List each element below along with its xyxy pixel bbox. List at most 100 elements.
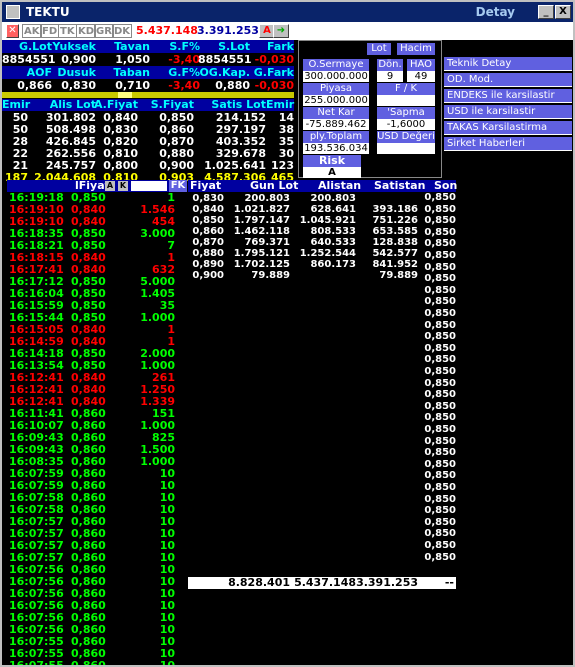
title-bar[interactable]: TEKTU Detay _ X <box>2 2 573 22</box>
trade-qty: 7 <box>167 239 175 252</box>
depth-table: Emir Alis Lot A.Fiyat S.Fiyat Satis Lot Emir … <box>2 99 294 184</box>
quote-labels2-5: G.Fark <box>253 66 294 79</box>
arrow-icon[interactable]: ➜ <box>273 24 289 38</box>
price-cell: 0,900 <box>192 270 224 281</box>
price-row[interactable]: 0,900 79.889 79.889 <box>188 270 456 282</box>
quote-values2: 0,866 0,830 0,710 -3,40 0,880 -0,030 <box>2 79 294 92</box>
son-value: 0,850 <box>424 273 456 285</box>
trade-row[interactable]: 16:07:55 0,860 10 <box>7 659 187 667</box>
close-button[interactable]: X <box>555 5 571 19</box>
quote-values1: 8854551 0,900 1,050 -3,40 8854551 -0,030 <box>2 53 294 66</box>
toolbar: ✕ AK FD TK KD GR DK 5.437.148 3.391.253 A ➜ <box>2 22 573 40</box>
quote-labels1-2: Tavan <box>114 40 150 53</box>
price-table: Fiyat Gun Lot Alistan Satistan Son 0,830… <box>188 180 457 590</box>
hao-label: HAO <box>407 59 435 71</box>
close-x-icon[interactable]: ✕ <box>6 24 19 38</box>
piyasa-value: 255.000.000 <box>303 95 369 106</box>
son-value: 0,850 <box>424 540 456 551</box>
quote-labels2: AOF Dusuk Taban G.F% OG.Kap. G.Fark <box>2 66 294 79</box>
tab-tk[interactable]: TK <box>58 24 77 38</box>
tab-ak[interactable]: AK <box>22 24 42 38</box>
price-value: 5.437.148 <box>136 24 198 37</box>
netkar-label: Net Kar <box>303 107 369 119</box>
son-value: 0,850 <box>424 308 456 319</box>
depth-header-3[interactable]: S.Fiyat <box>138 99 194 111</box>
son-value: 0,850 <box>424 331 456 343</box>
quote-values1-5: -0,030 <box>254 53 294 66</box>
fk-value <box>377 95 435 106</box>
trade-qty: 1 <box>167 323 175 336</box>
son-value: 0,850 <box>424 377 456 389</box>
menu-item-3[interactable]: USD ile karsilastir <box>444 105 572 119</box>
depth-header-4[interactable]: Satis Lot <box>194 99 266 111</box>
window-title: TEKTU <box>26 5 70 19</box>
son-value: 0,850 <box>424 424 456 435</box>
son-value: 0,850 <box>424 319 456 331</box>
quote-labels2-1: Dusuk <box>57 66 96 79</box>
sapma-value: -1,6000 <box>377 119 435 130</box>
quote-values1-2: 1,050 <box>115 53 150 66</box>
quote-values2-5: -0,030 <box>254 79 294 92</box>
piyasa-label: Piyasa Değeri <box>303 83 369 106</box>
hao-value: 49 <box>407 71 435 82</box>
k-sort-button[interactable]: K <box>118 181 128 191</box>
quote-labels1-5: Fark <box>266 40 294 53</box>
quote-values1-1: 0,900 <box>61 53 96 66</box>
main-window: TEKTU Detay _ X ✕ AK FD TK KD GR DK 5.437.148… <box>0 0 575 667</box>
totals-row: 8.828.401 5.437.148 3.391.253 -- <box>188 577 456 589</box>
son-value: 0,850 <box>424 342 456 354</box>
quote-values2-4: 0,880 <box>215 79 250 92</box>
toplam-value: 193.536.034 <box>303 143 369 154</box>
alistan-header[interactable]: Alistan <box>318 180 361 192</box>
detay-title: Detay <box>475 5 515 19</box>
depth-header-5[interactable]: Emir <box>266 99 294 111</box>
quote-labels2-0: AOF <box>26 66 52 79</box>
lot-button[interactable]: Lot <box>367 43 391 55</box>
usd-label: USD Değeri <box>377 131 435 143</box>
son-value: 0,850 <box>424 551 456 563</box>
a-sort-button[interactable]: A <box>105 181 115 191</box>
son-value: 0,850 <box>424 389 456 401</box>
menu-item-2[interactable]: ENDEKS ile karsilastir <box>444 89 572 103</box>
son-value: 0,850 <box>424 458 456 470</box>
son-value: 0,850 <box>424 505 456 517</box>
depth-header-2[interactable]: A.Fiyat <box>88 99 138 111</box>
total-satistan: 3.391.253 <box>356 576 418 589</box>
son-value: 0,850 <box>424 447 456 459</box>
tab-gr[interactable]: GR <box>94 24 114 38</box>
app-icon <box>6 5 20 19</box>
son-value: 0,850 <box>424 366 456 377</box>
son-value: 0,850 <box>424 528 456 540</box>
gunlot-header[interactable]: Gun Lot <box>250 180 298 192</box>
son-value: 0,850 <box>424 470 456 482</box>
usd-value <box>377 143 435 154</box>
minimize-button[interactable]: _ <box>538 5 554 19</box>
son-value: 0,850 <box>424 250 456 261</box>
price-cell: 79.889 <box>379 270 418 281</box>
menu-item-5[interactable]: Sirket Haberleri <box>444 137 572 151</box>
info-panel: Lot Hacim O.Sermaye 300.000.000 Dön. 9 H… <box>298 40 442 179</box>
sapma-label: 'Sapma <box>377 107 435 119</box>
son-header[interactable]: Son <box>434 180 457 192</box>
son-value: 0,850 <box>424 400 456 412</box>
tab-fd[interactable]: FD <box>40 24 60 38</box>
menu-item-1[interactable]: OD. Mod. <box>444 73 572 87</box>
fiyat-header[interactable]: Fiyat <box>190 180 221 192</box>
tab-dk[interactable]: DK <box>112 24 133 38</box>
don-label: Dön. <box>377 59 403 71</box>
menu-item-4[interactable]: TAKAS Karsilastirma <box>444 121 572 135</box>
menu-item-0[interactable]: Teknik Detay <box>444 57 572 71</box>
depth-header-0[interactable]: Emir <box>2 99 30 111</box>
trade-price: 0,860 <box>71 659 106 667</box>
son-value: 0,850 <box>424 412 456 424</box>
satistan-header[interactable]: Satistan <box>374 180 425 192</box>
quote-labels1-1: Yuksek <box>52 40 96 53</box>
depth-header-1[interactable]: Alis Lot <box>32 99 96 111</box>
hacim-button[interactable]: Hacim <box>397 43 435 55</box>
quote-labels1-4: S.Lot <box>218 40 250 53</box>
son-value: 0,850 <box>424 203 456 215</box>
son-value: 0,850 <box>424 354 456 366</box>
quote-values1-3: -3,40 <box>168 53 200 66</box>
filter-input[interactable] <box>131 181 167 191</box>
trade-qty: 10 <box>159 659 175 667</box>
